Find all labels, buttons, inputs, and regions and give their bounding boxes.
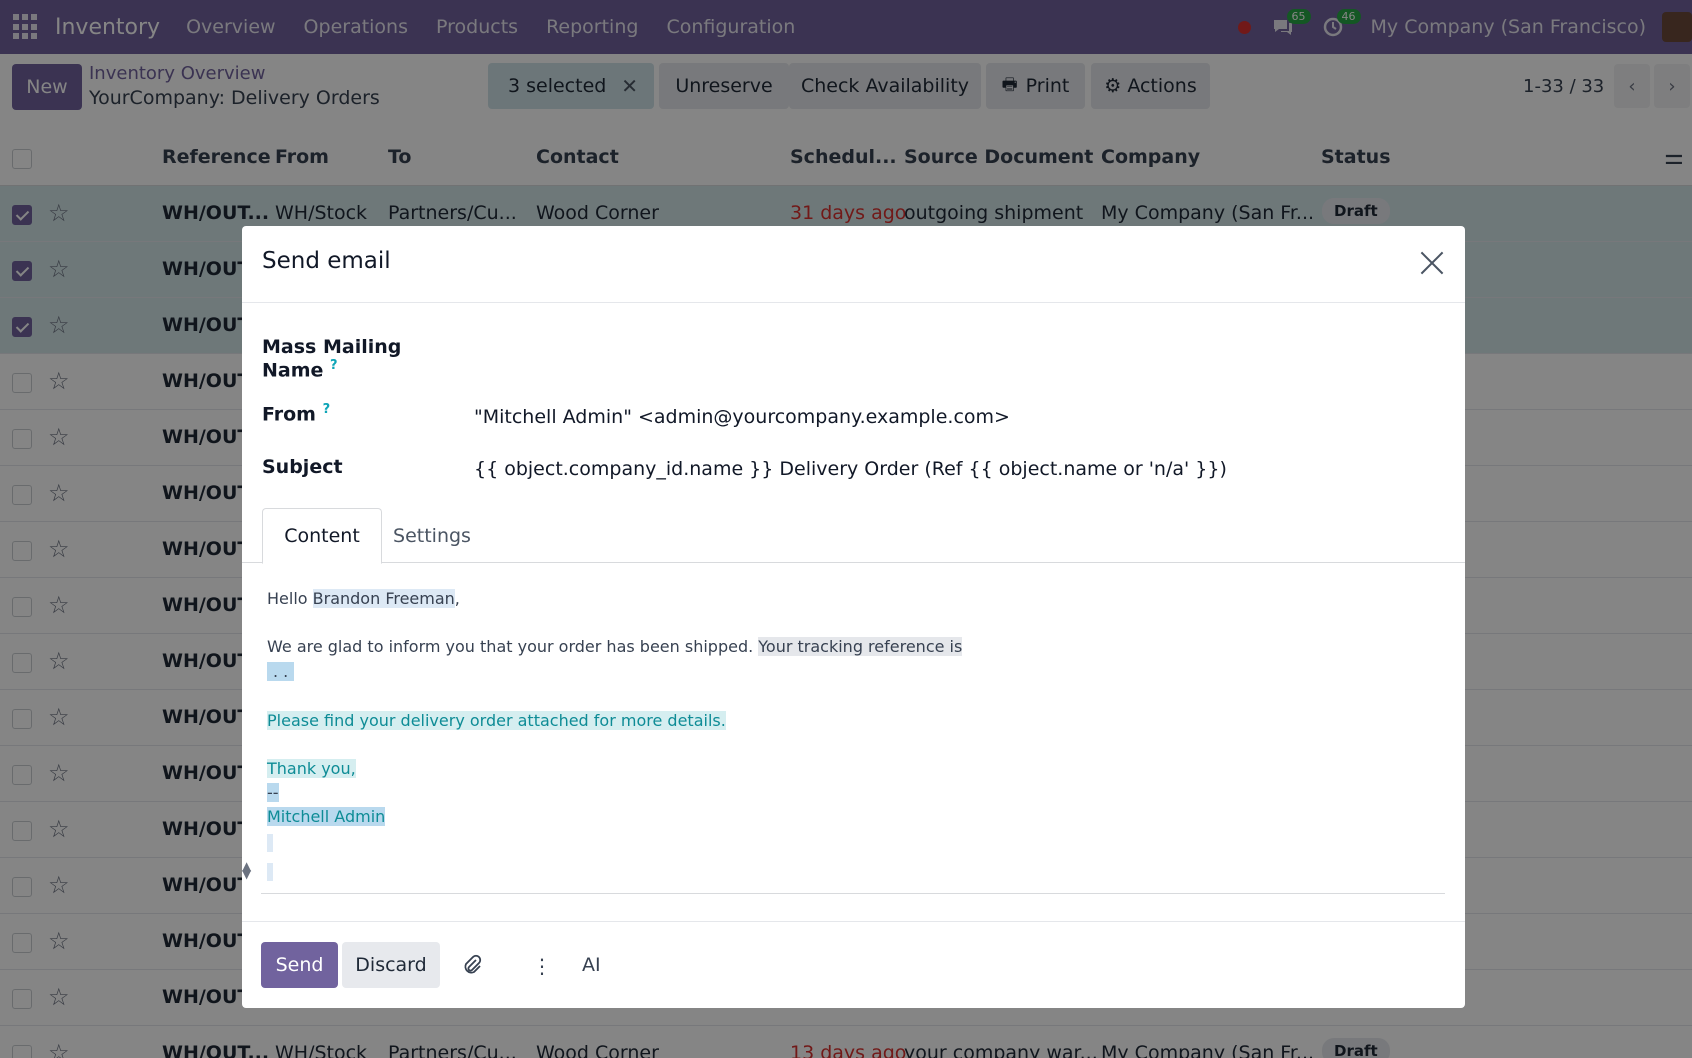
details-line: Please find your delivery order attached… xyxy=(267,711,726,730)
signature-line: Mitchell Admin xyxy=(267,807,386,826)
greeting-text: Hello xyxy=(267,589,313,608)
recipient-name: Brandon Freeman xyxy=(312,589,455,608)
send-button[interactable]: Send xyxy=(261,942,338,988)
signature-separator-text: -- xyxy=(267,783,279,802)
subject-label: Subject xyxy=(262,456,343,478)
help-icon[interactable]: ? xyxy=(323,402,331,417)
empty-line-marker xyxy=(267,834,273,852)
subject-field[interactable]: {{ object.company_id.name }} Delivery Or… xyxy=(474,458,1227,480)
thanks-line: Thank you, xyxy=(267,759,356,778)
close-icon[interactable] xyxy=(1419,250,1445,276)
greeting-line: Hello Brandon Freeman, xyxy=(267,589,460,608)
mass-mailing-label-line1: Mass Mailing xyxy=(262,336,402,358)
resize-handle-icon[interactable]: ▲ ▼ xyxy=(242,860,251,880)
shipping-line: We are glad to inform you that your orde… xyxy=(267,637,963,656)
help-icon[interactable]: ? xyxy=(330,358,338,373)
empty-line-marker xyxy=(267,863,273,881)
tab-settings[interactable]: Settings xyxy=(382,508,482,564)
shipping-text: We are glad to inform you that your orde… xyxy=(267,637,759,656)
from-label-text: From xyxy=(262,403,316,426)
send-email-dialog: Send email Mass Mailing Name ? From ? "M… xyxy=(242,226,1465,1008)
greeting-comma: , xyxy=(454,589,460,608)
dialog-title: Send email xyxy=(262,248,391,274)
signature-text: Mitchell Admin xyxy=(267,807,386,826)
mass-mailing-label-line2: Name xyxy=(262,359,324,382)
more-options-icon[interactable]: ⋮ xyxy=(532,954,552,978)
details-text: Please find your delivery order attached… xyxy=(267,711,726,730)
tab-divider xyxy=(242,562,1465,563)
tracking-placeholder: . . xyxy=(267,662,295,681)
thanks-text: Thank you, xyxy=(267,759,356,778)
mass-mailing-name-label: Mass Mailing Name ? xyxy=(262,336,401,381)
from-label: From ? xyxy=(262,402,330,425)
divider xyxy=(242,302,1465,303)
paperclip-icon[interactable] xyxy=(462,954,482,981)
tracking-reference-text: Your tracking reference is xyxy=(758,637,963,656)
from-field[interactable]: "Mitchell Admin" <admin@yourcompany.exam… xyxy=(474,406,1010,428)
tracking-placeholder-text: . . xyxy=(267,662,295,681)
ai-button[interactable]: AI xyxy=(582,954,601,976)
discard-button[interactable]: Discard xyxy=(342,942,440,988)
signature-separator: -- xyxy=(267,783,279,802)
divider xyxy=(242,921,1465,922)
editor-bottom-border xyxy=(261,893,1445,894)
tab-content[interactable]: Content xyxy=(262,508,382,564)
